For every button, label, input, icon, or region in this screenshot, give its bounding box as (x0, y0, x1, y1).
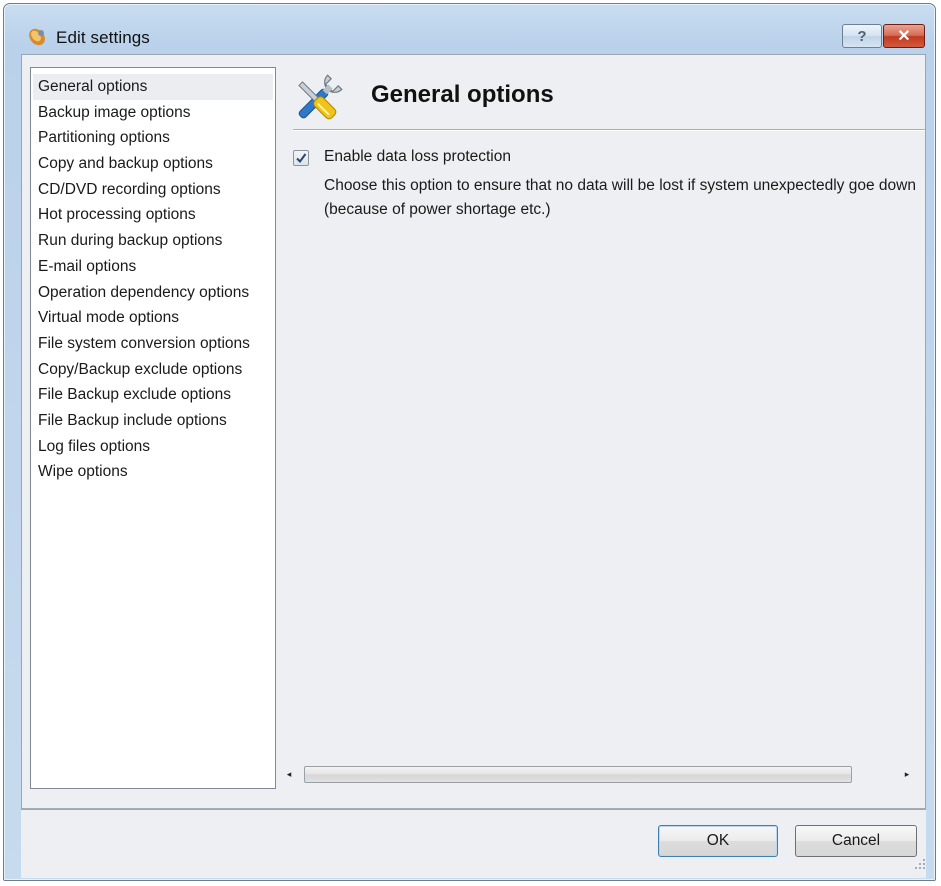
window-title: Edit settings (56, 28, 150, 47)
sidebar-item[interactable]: File system conversion options (31, 331, 275, 357)
option-description: Choose this option to ensure that no dat… (324, 177, 916, 218)
sidebar-item[interactable]: Copy and backup options (31, 151, 275, 177)
scroll-right-arrow-icon[interactable]: ▸ (900, 766, 914, 782)
tools-icon (298, 74, 343, 120)
sidebar-item[interactable]: Run during backup options (31, 228, 275, 254)
dialog-footer (21, 810, 926, 878)
app-icon (29, 28, 45, 46)
sidebar-item[interactable]: General options (33, 74, 273, 100)
help-icon: ? (857, 27, 867, 45)
data-loss-protection-checkbox[interactable] (293, 150, 309, 166)
cancel-button[interactable]: Cancel (795, 825, 917, 857)
data-loss-protection-label[interactable]: Enable data loss protection (324, 148, 511, 166)
sidebar-item[interactable]: Copy/Backup exclude options (31, 357, 275, 383)
sidebar-item[interactable]: Log files options (31, 434, 275, 460)
page-title: General options (371, 81, 554, 108)
header-divider (293, 129, 925, 131)
scroll-left-arrow-icon[interactable]: ◂ (282, 766, 296, 782)
horizontal-scrollbar[interactable]: ◂ ▸ (280, 762, 921, 786)
sidebar-item[interactable]: E-mail options (31, 254, 275, 280)
sidebar-item[interactable]: Virtual mode options (31, 305, 275, 331)
ok-button[interactable]: OK (658, 825, 778, 857)
settings-category-list[interactable]: General options Backup image options Parti… (30, 67, 276, 789)
settings-panel: General options Enable data loss protect… (285, 67, 925, 767)
footer-divider (22, 808, 925, 809)
scroll-thumb[interactable] (304, 766, 852, 783)
sidebar-item[interactable]: CD/DVD recording options (31, 177, 275, 203)
sidebar-item[interactable]: Partitioning options (31, 125, 275, 151)
sidebar-item[interactable]: Wipe options (31, 459, 275, 485)
sidebar-item[interactable]: File Backup include options (31, 408, 275, 434)
close-icon: ✕ (897, 28, 911, 45)
sidebar-item[interactable]: Backup image options (31, 100, 275, 126)
sidebar-item[interactable]: Operation dependency options (31, 280, 275, 306)
checkmark-icon (296, 153, 307, 164)
sidebar-item[interactable]: File Backup exclude options (31, 382, 275, 408)
resize-grip-icon[interactable] (913, 857, 927, 871)
title-bar[interactable]: Edit settings ? ✕ (4, 4, 935, 48)
help-button[interactable]: ? (842, 24, 882, 48)
close-button[interactable]: ✕ (883, 24, 925, 48)
sidebar-item[interactable]: Hot processing options (31, 202, 275, 228)
